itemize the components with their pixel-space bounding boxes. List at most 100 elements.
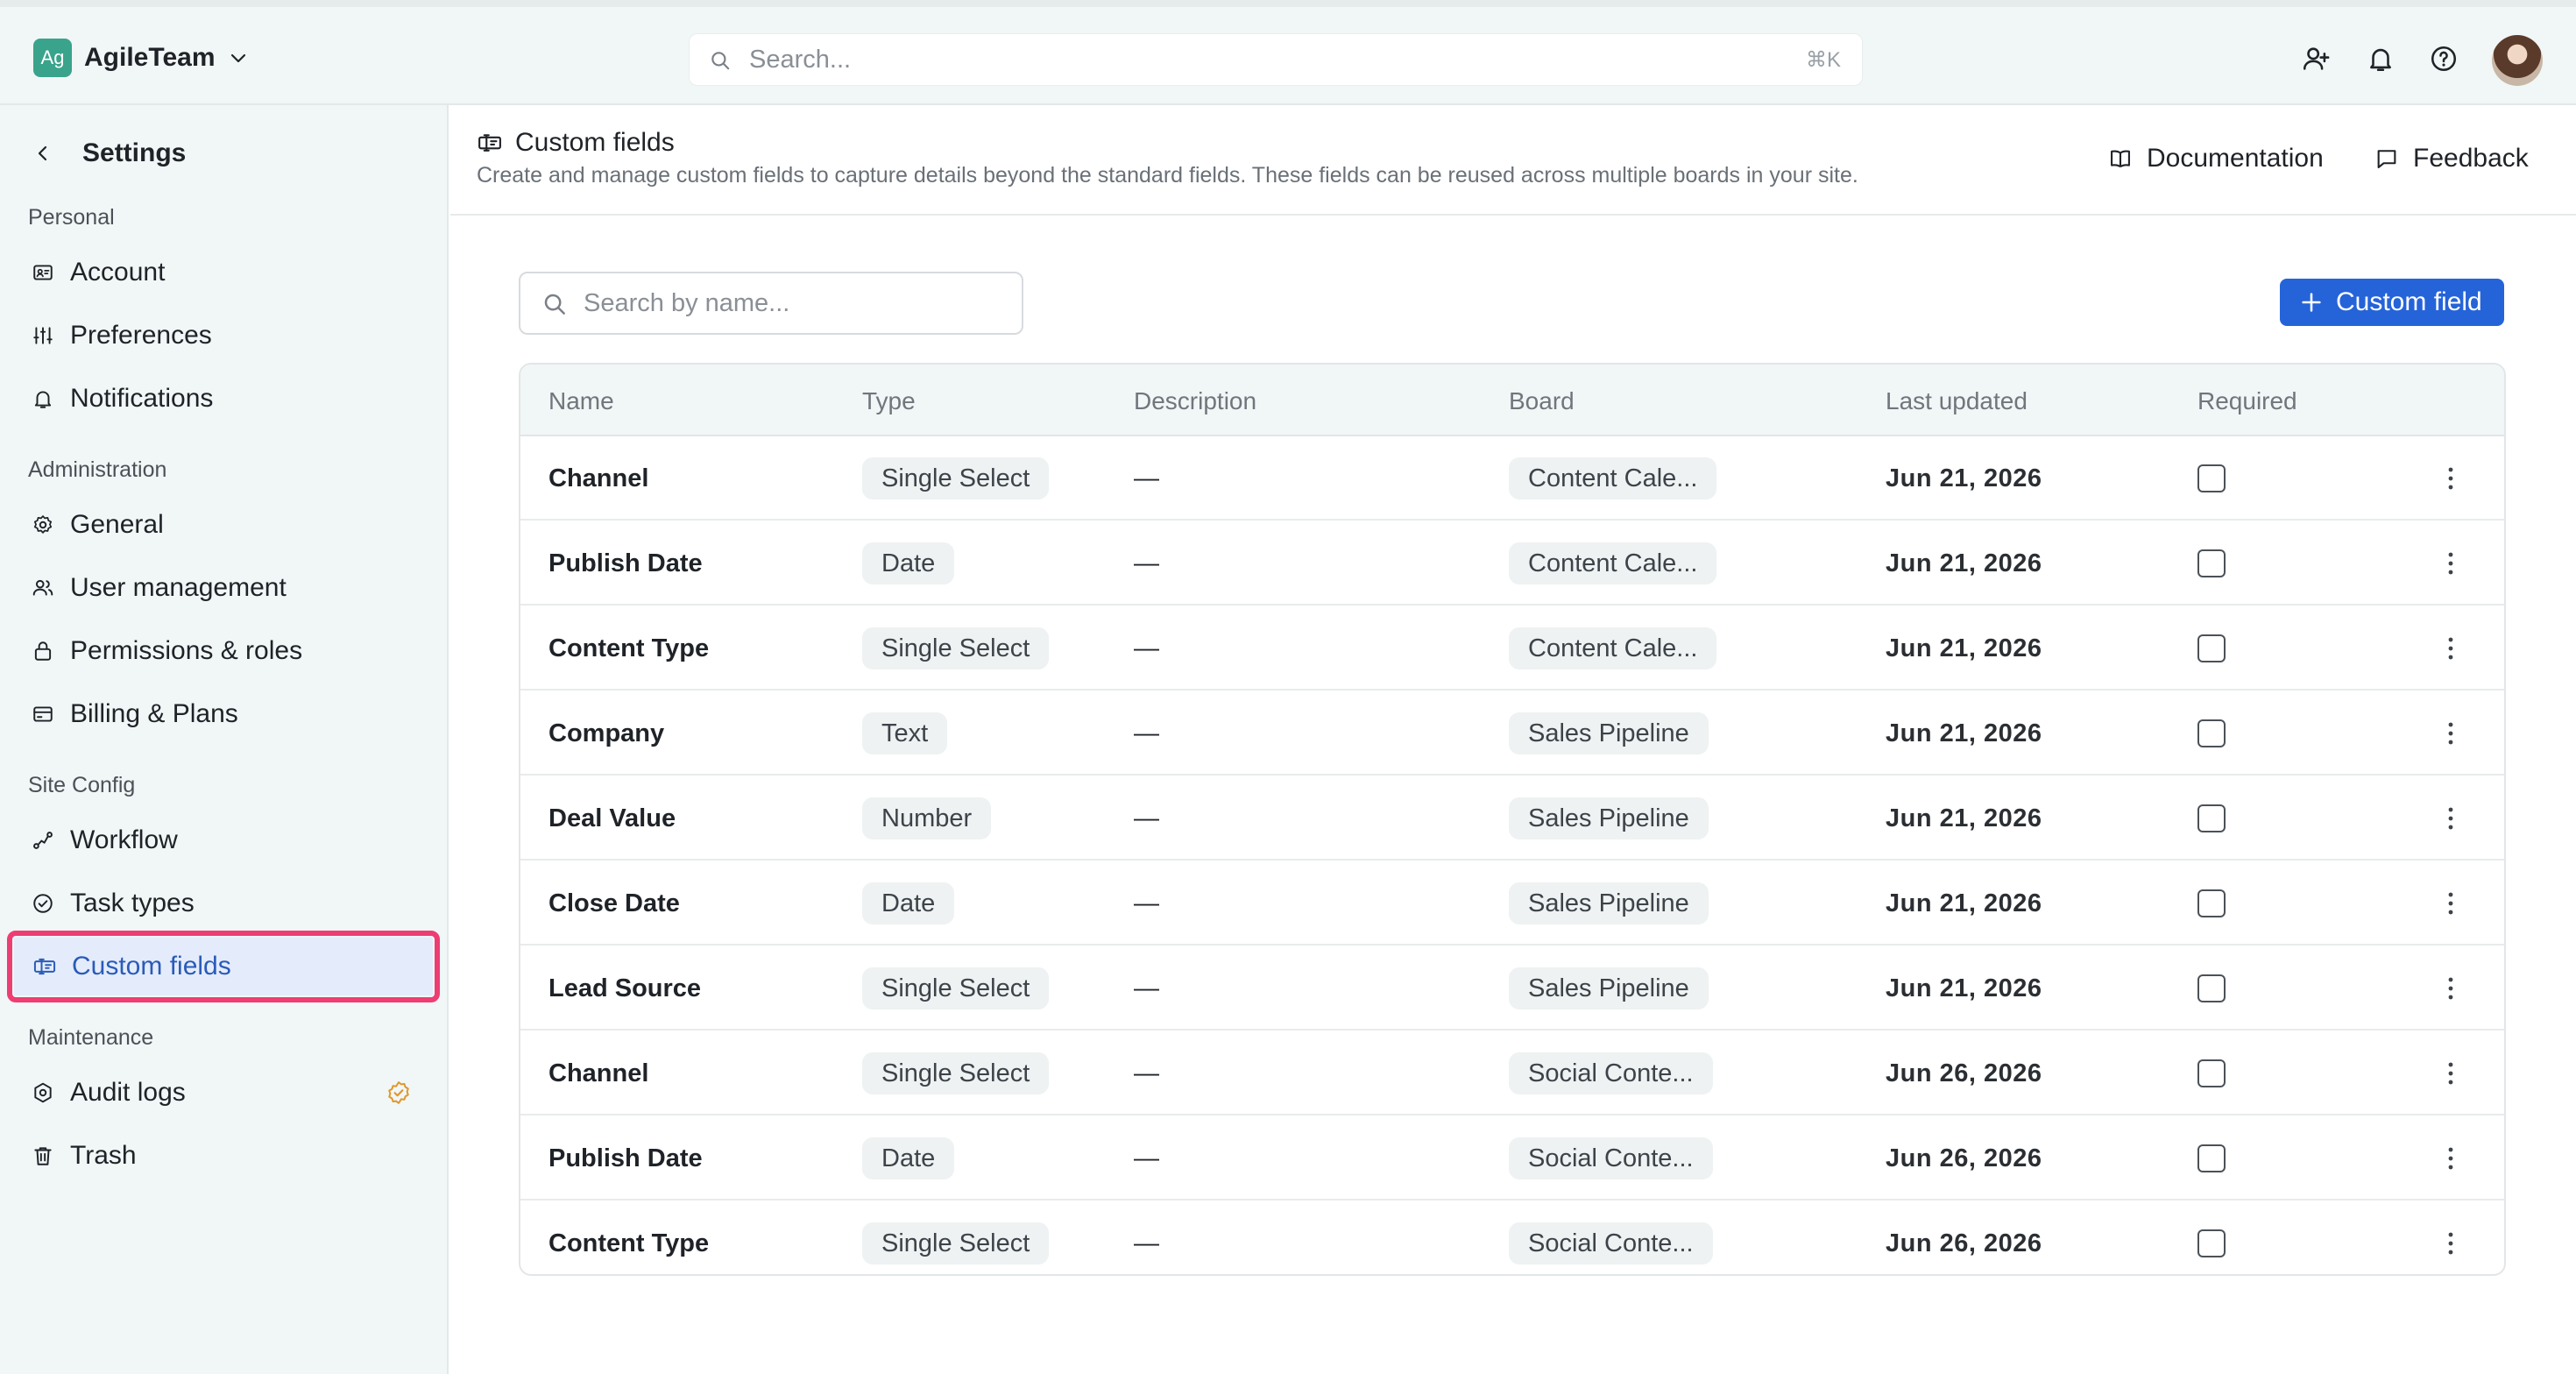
table-row[interactable]: Company Text — Sales Pipeline Jun 21, 20… <box>520 691 2504 776</box>
more-options-icon[interactable] <box>2438 546 2464 581</box>
column-header-type[interactable]: Type <box>862 387 916 415</box>
field-board: Sales Pipeline <box>1509 946 1709 1030</box>
field-name[interactable]: Close Date <box>548 861 680 946</box>
sidebar-item-label: General <box>70 510 164 539</box>
sidebar-item-account[interactable]: Account <box>12 245 436 300</box>
bell-icon[interactable] <box>2366 44 2396 74</box>
field-type: Single Select <box>862 946 1050 1030</box>
add-custom-field-button[interactable]: Custom field <box>2280 279 2504 326</box>
settings-title: Settings <box>82 138 187 167</box>
table-row[interactable]: Channel Single Select — Content Cale... … <box>520 436 2504 521</box>
more-options-icon[interactable] <box>2438 971 2464 1006</box>
board-pill: Sales Pipeline <box>1509 797 1709 839</box>
field-last-updated: Jun 21, 2026 <box>1886 974 2042 1002</box>
required-checkbox[interactable] <box>2197 804 2226 832</box>
more-options-icon[interactable] <box>2438 1141 2464 1176</box>
field-name[interactable]: Lead Source <box>548 946 701 1030</box>
type-pill: Date <box>862 542 955 584</box>
sidebar-item-permissions[interactable]: Permissions & roles <box>12 624 436 678</box>
field-name[interactable]: Content Type <box>548 1201 709 1274</box>
back-arrow-icon[interactable] <box>30 140 56 166</box>
global-search[interactable]: ⌘K <box>689 33 1863 86</box>
sidebar-item-preferences[interactable]: Preferences <box>12 308 436 363</box>
table-row[interactable]: Publish Date Date — Content Cale... Jun … <box>520 521 2504 606</box>
sidebar-item-user-management[interactable]: User management <box>12 561 436 615</box>
documentation-link[interactable]: Documentation <box>2108 144 2324 174</box>
column-header-board[interactable]: Board <box>1509 387 1575 415</box>
required-checkbox[interactable] <box>2197 1144 2226 1172</box>
field-board: Content Cale... <box>1509 606 1717 691</box>
sidebar-item-custom-fields[interactable]: Custom fields <box>7 931 440 1002</box>
workspace-switcher[interactable]: Ag AgileTeam <box>33 39 249 77</box>
help-icon[interactable] <box>2429 44 2459 74</box>
field-required <box>2197 691 2226 776</box>
more-options-icon[interactable] <box>2438 1226 2464 1261</box>
field-required <box>2197 521 2226 606</box>
field-board: Content Cale... <box>1509 521 1717 606</box>
field-search-input[interactable] <box>584 273 1004 333</box>
type-pill: Text <box>862 712 948 754</box>
required-checkbox[interactable] <box>2197 1229 2226 1257</box>
field-actions <box>2438 946 2464 1030</box>
table-row[interactable]: Content Type Single Select — Social Cont… <box>520 1201 2504 1274</box>
field-name[interactable]: Channel <box>548 1031 648 1115</box>
table-row[interactable]: Publish Date Date — Social Conte... Jun … <box>520 1116 2504 1200</box>
field-name[interactable]: Channel <box>548 436 648 521</box>
invite-user-icon[interactable] <box>2301 44 2331 74</box>
column-header-name[interactable]: Name <box>548 387 614 415</box>
more-options-icon[interactable] <box>2438 631 2464 666</box>
sidebar-item-general[interactable]: General <box>12 498 436 552</box>
section-maintenance: Maintenance <box>28 1025 154 1050</box>
board-pill: Social Conte... <box>1509 1137 1713 1179</box>
sidebar-item-billing[interactable]: Billing & Plans <box>12 687 436 741</box>
type-pill: Number <box>862 797 992 839</box>
table-row[interactable]: Deal Value Number — Sales Pipeline Jun 2… <box>520 776 2504 861</box>
required-checkbox[interactable] <box>2197 1059 2226 1087</box>
field-actions <box>2438 436 2464 521</box>
sidebar-item-label: Preferences <box>70 321 212 350</box>
type-pill: Single Select <box>862 1222 1050 1264</box>
lock-icon <box>30 638 56 664</box>
required-checkbox[interactable] <box>2197 634 2226 662</box>
column-header-required[interactable]: Required <box>2197 387 2297 415</box>
sidebar-item-notifications[interactable]: Notifications <box>12 372 436 426</box>
global-search-input[interactable] <box>749 34 1713 85</box>
user-avatar[interactable] <box>2492 35 2543 86</box>
board-pill: Sales Pipeline <box>1509 712 1709 754</box>
column-header-last-updated[interactable]: Last updated <box>1886 387 2028 415</box>
field-name[interactable]: Publish Date <box>548 1116 703 1200</box>
required-checkbox[interactable] <box>2197 464 2226 492</box>
field-board: Social Conte... <box>1509 1116 1713 1200</box>
more-options-icon[interactable] <box>2438 886 2464 921</box>
sidebar-item-trash[interactable]: Trash <box>12 1129 436 1183</box>
feedback-link[interactable]: Feedback <box>2374 144 2529 174</box>
field-name[interactable]: Publish Date <box>548 521 703 606</box>
required-checkbox[interactable] <box>2197 974 2226 1002</box>
field-name[interactable]: Content Type <box>548 606 709 691</box>
field-name[interactable]: Company <box>548 691 664 776</box>
field-type: Single Select <box>862 606 1050 691</box>
field-last-updated: Jun 21, 2026 <box>1886 719 2042 747</box>
required-checkbox[interactable] <box>2197 889 2226 917</box>
sidebar-item-task-types[interactable]: Task types <box>12 876 436 931</box>
field-type: Date <box>862 521 955 606</box>
more-options-icon[interactable] <box>2438 461 2464 496</box>
sidebar-item-audit-logs[interactable]: Audit logs <box>12 1066 436 1120</box>
table-row[interactable]: Lead Source Single Select — Sales Pipeli… <box>520 946 2504 1030</box>
message-icon <box>2374 146 2399 171</box>
type-pill: Single Select <box>862 967 1050 1009</box>
sidebar-item-workflow[interactable]: Workflow <box>12 813 436 868</box>
more-options-icon[interactable] <box>2438 716 2464 751</box>
table-row[interactable]: Content Type Single Select — Content Cal… <box>520 606 2504 691</box>
more-options-icon[interactable] <box>2438 801 2464 836</box>
field-name[interactable]: Deal Value <box>548 776 676 861</box>
more-options-icon[interactable] <box>2438 1056 2464 1091</box>
required-checkbox[interactable] <box>2197 549 2226 577</box>
table-row[interactable]: Channel Single Select — Social Conte... … <box>520 1031 2504 1115</box>
column-header-description[interactable]: Description <box>1134 387 1256 415</box>
section-administration: Administration <box>28 457 167 482</box>
field-actions <box>2438 861 2464 946</box>
field-search[interactable] <box>519 272 1023 335</box>
table-row[interactable]: Close Date Date — Sales Pipeline Jun 21,… <box>520 861 2504 946</box>
required-checkbox[interactable] <box>2197 719 2226 747</box>
